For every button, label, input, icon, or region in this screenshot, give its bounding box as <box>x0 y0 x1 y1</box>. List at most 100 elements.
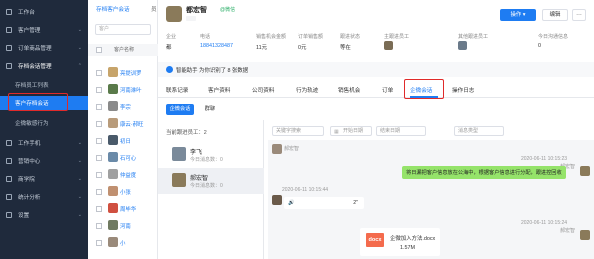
assistant-banner: 智能助手 为你识别了 8 张数据 <box>158 62 594 77</box>
row-checkbox[interactable] <box>96 172 102 178</box>
sidebar-subitem-sensitive[interactable]: 企微敏感行为 <box>0 116 88 130</box>
sidebar-item-customers[interactable]: 客户管理 ⌄ <box>0 23 88 37</box>
tab-employee[interactable]: 员 <box>151 5 157 13</box>
file-message[interactable]: docx 企微加入方法.docx 1.57M <box>360 228 440 256</box>
keyword-search-input[interactable]: 关键字搜索 <box>272 126 324 136</box>
avatar <box>108 152 118 162</box>
phone-value[interactable]: 18841328487 <box>200 43 233 49</box>
message-time: 2020-06-11 10:15:23 <box>521 156 568 162</box>
avatar <box>108 237 118 247</box>
chevron-down-icon: ⌄ <box>77 212 82 218</box>
tab-orders[interactable]: 订单 <box>382 86 393 94</box>
avatar <box>172 173 186 187</box>
info-label: 今日沟通信息 <box>538 34 569 40</box>
avatar <box>384 41 393 50</box>
archive-icon <box>6 63 12 69</box>
row-checkbox[interactable] <box>96 223 102 229</box>
list-header: 客户名称 <box>88 44 158 56</box>
chevron-down-icon: ⌄ <box>77 27 82 33</box>
sidebar-item-workbench[interactable]: 工作台 <box>0 5 88 19</box>
list-item[interactable]: 小张 <box>88 183 158 200</box>
stats-icon <box>6 194 12 200</box>
info-value: 0元 <box>298 45 307 51</box>
chevron-up-icon: ⌃ <box>77 63 82 69</box>
more-button[interactable]: … <box>572 9 586 21</box>
date-start-input[interactable]: ▦ 开始日期 <box>330 126 372 136</box>
row-checkbox[interactable] <box>96 206 102 212</box>
sidebar-item-settings[interactable]: 设置 ⌄ <box>0 208 88 222</box>
conversation-item[interactable]: 李飞 今日消息数：0 <box>158 142 264 168</box>
message-type-select[interactable]: 消息类型 <box>454 126 504 136</box>
row-checkbox[interactable] <box>96 104 102 110</box>
chevron-down-icon: ⌄ <box>77 194 82 200</box>
sidebar-item-orders[interactable]: 订单商品管理 ⌄ <box>0 41 88 55</box>
sidebar-subitem-employee-list[interactable]: 存档员工列表 <box>0 78 88 92</box>
sidebar-item-work-phone[interactable]: 工作手机 ⌄ <box>0 136 88 150</box>
info-label: 企业 <box>166 34 177 40</box>
info-value: 等在 <box>340 45 351 51</box>
list-item[interactable]: 小 <box>88 234 158 251</box>
list-item[interactable]: 初日 <box>88 132 158 149</box>
message-time: 2020-06-11 10:15:24 <box>521 220 568 226</box>
customer-detail: 都宏智 @微信 操作 ▾ 编辑 … 企业 都 电话 18841328487 销售… <box>158 0 594 259</box>
marketing-icon <box>6 158 12 164</box>
avatar <box>580 166 590 176</box>
phone-icon <box>6 140 12 146</box>
detail-tabs: 联系记录 客户资料 公司资料 行为轨迹 销售机会 订单 企微会话 操作日志 <box>158 80 594 98</box>
message-time: 2020-06-11 10:15:44 <box>282 187 329 193</box>
avatar <box>172 147 186 161</box>
file-size: 1.57M <box>400 245 415 251</box>
list-item[interactable]: 石可心 <box>88 149 158 166</box>
list-item[interactable]: 亮提训罗 <box>88 64 158 81</box>
row-checkbox[interactable] <box>96 121 102 127</box>
list-item[interactable]: 河南淋叶 <box>88 81 158 98</box>
sidebar: 工作台 客户管理 ⌄ 订单商品管理 ⌄ 存档会话管理 ⌃ 存档员工列表 客户存档会话 … <box>0 0 88 259</box>
subtab-group[interactable]: 群聊 <box>196 104 224 115</box>
action-button[interactable]: 操作 ▾ <box>500 9 536 21</box>
avatar <box>108 101 118 111</box>
list-item[interactable]: 康云·郝旺 <box>88 115 158 132</box>
row-checkbox[interactable] <box>96 138 102 144</box>
list-item[interactable]: 河南 <box>88 217 158 234</box>
avatar <box>580 230 590 240</box>
date-end-input[interactable]: 结束日期 <box>376 126 426 136</box>
wechat-badge: @微信 <box>220 7 236 13</box>
info-label: 其他跟进员工 <box>458 34 489 40</box>
tab-contact-records[interactable]: 联系记录 <box>166 86 188 94</box>
voice-message[interactable]: 🔊 2" <box>284 197 364 209</box>
tab-company-info[interactable]: 公司资料 <box>252 86 274 94</box>
tab-operation-log[interactable]: 操作日志 <box>452 86 474 94</box>
edit-button[interactable]: 编辑 <box>542 9 568 21</box>
highlight-box <box>8 93 68 111</box>
sidebar-item-stats[interactable]: 统计分析 ⌄ <box>0 190 88 204</box>
academy-icon <box>6 176 12 182</box>
sidebar-item-archive[interactable]: 存档会话管理 ⌃ <box>0 59 88 73</box>
info-label: 销售机会金额 <box>256 34 287 40</box>
row-checkbox[interactable] <box>96 70 102 76</box>
calendar-icon: ▦ <box>334 129 339 135</box>
tab-behavior[interactable]: 行为轨迹 <box>296 86 318 94</box>
sidebar-item-marketing[interactable]: 营销中心 ⌄ <box>0 154 88 168</box>
file-name: 企微加入方法.docx <box>390 236 436 242</box>
list-item[interactable]: 周毕华 <box>88 200 158 217</box>
customer-search-input[interactable]: 客户 <box>95 24 151 35</box>
order-icon <box>6 45 12 51</box>
avatar <box>458 41 467 50</box>
tab-archived-sessions[interactable]: 存档客户会话 <box>96 5 130 13</box>
row-checkbox[interactable] <box>96 240 102 246</box>
row-checkbox[interactable] <box>96 87 102 93</box>
info-label: 电话 <box>200 34 211 40</box>
conversation-item[interactable]: 郝宏智 今日消息数：0 <box>158 168 264 194</box>
customer-icon <box>6 27 12 33</box>
tab-customer-info[interactable]: 客户资料 <box>208 86 230 94</box>
row-checkbox[interactable] <box>96 155 102 161</box>
sender-name: 郝宏智 <box>284 146 300 152</box>
tab-sales-opportunity[interactable]: 销售机会 <box>338 86 360 94</box>
row-checkbox[interactable] <box>96 189 102 195</box>
list-item[interactable]: 仲益度 <box>88 166 158 183</box>
sidebar-item-academy[interactable]: 商学院 ⌄ <box>0 172 88 186</box>
select-all-checkbox[interactable] <box>96 47 102 53</box>
subtab-wecom[interactable]: 企微会话 <box>166 104 194 115</box>
chevron-down-icon: ⌄ <box>77 176 82 182</box>
list-item[interactable]: 李宗 <box>88 98 158 115</box>
